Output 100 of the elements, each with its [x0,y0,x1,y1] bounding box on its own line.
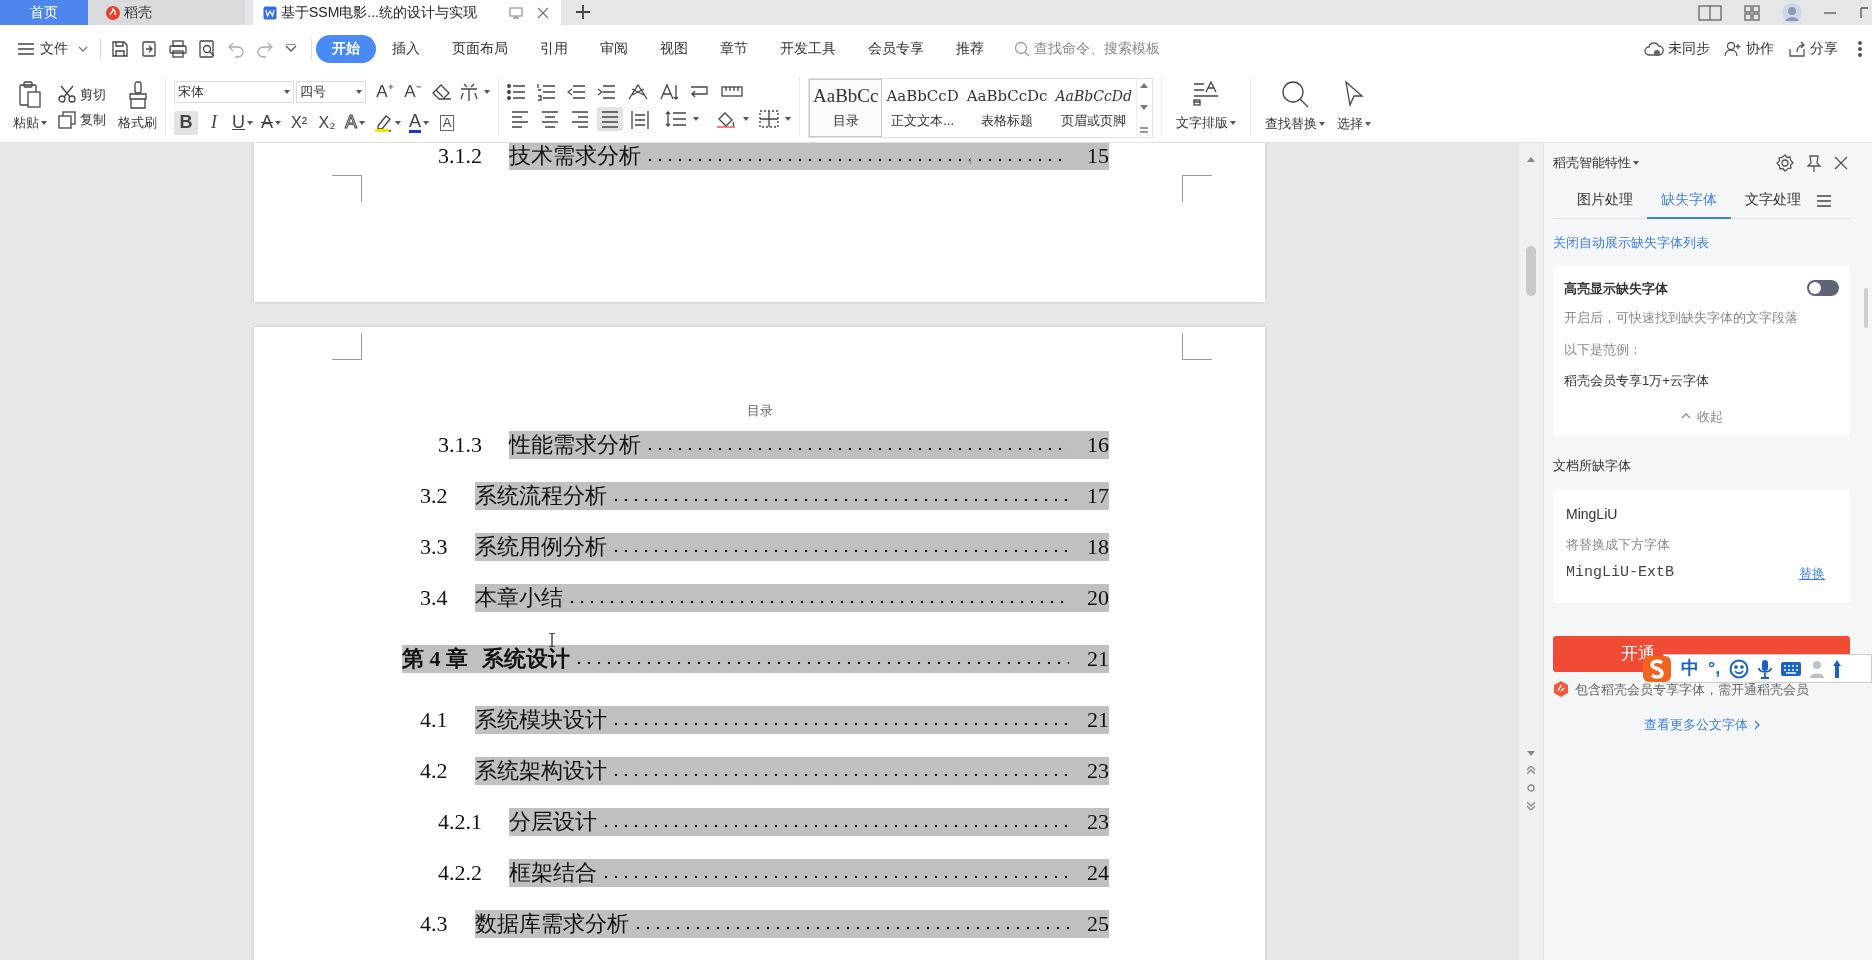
font-select[interactable]: 宋体 [174,81,294,103]
search-field[interactable]: 查找命令、搜索模板 [1014,34,1184,63]
ruler-icon[interactable] [721,86,743,98]
find-replace-button[interactable]: 查找替换 [1258,72,1331,142]
grow-font-button[interactable]: A⁺ [372,79,398,105]
shrink-font-button[interactable]: A⁻ [400,79,426,105]
text-direction-icon[interactable] [627,83,649,101]
keyboard-icon[interactable] [1781,661,1802,676]
minimize-icon[interactable] [1824,11,1836,14]
sort-icon[interactable] [659,83,679,101]
toggle-switch[interactable] [1807,280,1839,297]
format-painter-button[interactable]: 格式刷 [118,81,157,133]
export-icon[interactable] [140,39,158,58]
maximize-icon[interactable] [1858,6,1868,19]
microphone-icon[interactable] [1758,658,1773,679]
collapse-button[interactable]: 收起 [1680,406,1723,426]
document-tab[interactable]: 首页 [0,0,88,25]
scroll-down-icon[interactable] [1527,751,1535,756]
menu-icon[interactable] [1817,194,1831,207]
replace-link[interactable]: 替换 [1799,563,1825,583]
file-menu[interactable]: 文件 [16,34,90,63]
select-browse-icon[interactable] [1527,784,1535,792]
align-button[interactable] [597,107,623,131]
toolbar-button[interactable]: 未同步 [1644,34,1710,63]
upload-icon[interactable] [1833,659,1842,678]
ribbon-tab[interactable]: 章节 [704,34,764,63]
settings-icon[interactable] [1776,154,1794,172]
more-icon[interactable] [1858,40,1862,57]
cut-button[interactable]: 剪切 [58,84,106,104]
format-button[interactable]: X₂ [315,110,339,135]
ribbon-tab[interactable]: 会员专享 [852,34,940,63]
page-number: 21 [1087,644,1109,673]
caret-icon [284,90,290,94]
bullet-list-icon[interactable] [507,83,527,101]
style-option[interactable]: AaBbCcDd 页眉或页脚 [1051,79,1136,137]
paste-button[interactable]: 粘贴 [10,81,50,133]
page-number: 18 [1087,532,1109,561]
borders-icon[interactable] [759,110,779,128]
emoji-icon[interactable] [1729,658,1750,679]
scrollbar-thumb[interactable] [1526,246,1536,296]
pin-icon[interactable] [1806,154,1822,172]
caret-icon [743,117,749,121]
customize-icon[interactable] [285,43,297,54]
toolbar-button[interactable]: 分享 [1788,34,1838,63]
pointer-icon [1342,80,1365,109]
outdent-icon[interactable] [567,83,587,101]
more-fonts-link[interactable]: 查看更多公文字体 [1643,715,1760,735]
page-number: 24 [1087,858,1109,887]
line-spacing-icon[interactable] [665,110,687,128]
copy-button[interactable]: 复制 [58,110,106,130]
previous-page-icon[interactable] [1527,766,1535,774]
print-preview-icon[interactable] [198,39,216,58]
numbered-list-icon[interactable] [537,83,557,101]
document-tab[interactable]: 基于SSM电影...统的设计与实现 [253,0,561,25]
panel-tab[interactable]: 图片处理 [1563,182,1647,219]
close-list-link[interactable]: 关闭自动展示缺失字体列表 [1553,233,1709,253]
format-button[interactable]: I [202,110,226,135]
close-icon[interactable] [1834,156,1848,170]
grid-icon[interactable] [1744,4,1760,21]
document-tab[interactable]: 稻壳 [88,0,245,25]
scroll-up-icon[interactable] [1140,83,1149,88]
ribbon-tab[interactable]: 推荐 [940,34,1000,63]
toolbar-button[interactable]: 协作 [1724,34,1774,63]
size-select[interactable]: 四号 [296,81,366,103]
expand-gallery-icon[interactable] [1140,127,1149,133]
new-tab-icon[interactable] [576,5,590,19]
page-number: 16 [1087,430,1109,459]
font-name: MingLiU [1566,504,1619,524]
style-option[interactable]: AaBbCcD 正文文本... [882,79,963,137]
text-layout-button[interactable]: 文字排版 [1169,72,1242,142]
close-icon[interactable] [537,6,549,19]
eraser-icon[interactable] [432,83,452,101]
ribbon-tab[interactable]: 插入 [376,34,436,63]
select-button[interactable]: 选择 [1330,72,1377,142]
ribbon-tab[interactable]: 视图 [644,34,704,63]
format-button[interactable]: U [230,110,255,135]
format-button[interactable]: A [435,110,460,135]
save-icon[interactable] [111,39,129,58]
format-button[interactable]: A [259,110,283,135]
ribbon-tab[interactable]: 引用 [524,34,584,63]
ribbon-tab[interactable]: 开发工具 [764,34,852,63]
scroll-up-icon[interactable] [1527,157,1535,162]
format-button[interactable]: A [407,110,432,135]
ribbon-tab[interactable]: 审阅 [584,34,644,63]
scroll-down-icon[interactable] [1140,105,1149,110]
format-button[interactable]: B [174,110,198,135]
ribbon-tab[interactable]: 页面布局 [436,34,524,63]
style-option[interactable]: AaBbCcDc 表格标题 [962,79,1052,137]
panel-tab[interactable]: 文字处理 [1731,182,1815,219]
style-sample: AaBbCcD [886,86,959,108]
shading-icon[interactable] [715,110,737,128]
indent-icon[interactable] [597,83,617,101]
chevron-up-icon [1680,413,1691,420]
monitor-icon [509,6,523,19]
phonetic-guide-icon[interactable] [458,82,480,102]
next-page-icon[interactable] [1527,802,1535,810]
print-icon[interactable] [169,39,187,58]
style-option[interactable]: AaBbCc 目录 [809,79,883,137]
format-button[interactable]: X² [287,110,311,135]
panel-tab[interactable]: 缺失字体 [1647,182,1731,219]
